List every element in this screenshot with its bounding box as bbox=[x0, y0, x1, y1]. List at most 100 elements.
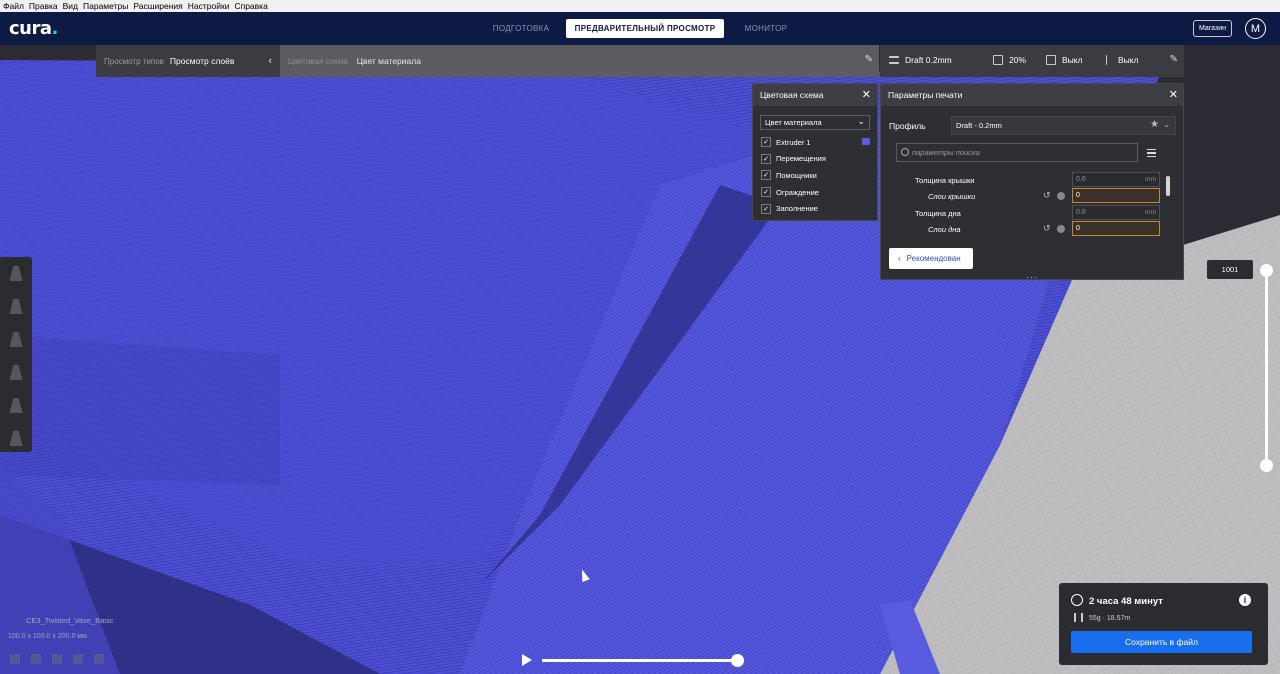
tab-prepare[interactable]: ПОДГОТОВКА bbox=[478, 19, 564, 38]
rotate-tool-icon[interactable] bbox=[0, 323, 32, 356]
field-value: 0 bbox=[1076, 225, 1080, 232]
menu-icon[interactable] bbox=[1147, 149, 1156, 159]
scale-tool-icon[interactable] bbox=[0, 290, 32, 323]
color-scheme-title: Цветовая схема bbox=[760, 90, 824, 100]
extruder-toggle[interactable]: ✓ Extruder 1 bbox=[753, 134, 877, 151]
shell-toggle[interactable]: ✓ Ограждение bbox=[753, 184, 877, 201]
layer-number-input[interactable]: 1001 bbox=[1207, 260, 1253, 279]
support-blocker-icon[interactable] bbox=[0, 422, 32, 455]
color-scheme-value: Цвет материала bbox=[356, 56, 421, 66]
checkbox[interactable]: ✓ bbox=[761, 203, 771, 214]
view-3d-icon[interactable] bbox=[10, 654, 20, 664]
star-icon[interactable]: ★ bbox=[1150, 119, 1159, 130]
info-icon[interactable] bbox=[1057, 225, 1065, 233]
print-setup-bar[interactable]: Draft 0.2mm 20% Выкл Выкл ✎ bbox=[880, 45, 1184, 77]
checkbox[interactable]: ✓ bbox=[761, 153, 771, 164]
close-icon[interactable]: ✕ bbox=[1169, 88, 1178, 101]
menu-settings[interactable]: Параметры bbox=[83, 1, 128, 11]
simulation-slider-track[interactable] bbox=[542, 659, 736, 662]
checkbox[interactable]: ✓ bbox=[761, 187, 771, 198]
settings-scrollbar[interactable] bbox=[1166, 176, 1170, 196]
helpers-toggle[interactable]: ✓ Помощники bbox=[753, 167, 877, 184]
settings-search-input[interactable]: параметры поиска bbox=[896, 143, 1138, 162]
checkbox[interactable]: ✓ bbox=[761, 170, 771, 181]
infill-toggle[interactable]: ✓ Заполнение bbox=[753, 200, 877, 217]
field-value: 0.6 bbox=[1076, 209, 1086, 216]
infill-icon bbox=[993, 55, 1003, 65]
layer-slider-upper-handle[interactable] bbox=[1260, 264, 1273, 277]
stage-tabs: ПОДГОТОВКА ПРЕДВАРИТЕЛЬНЫЙ ПРОСМОТР МОНИ… bbox=[478, 19, 806, 38]
marketplace-button[interactable]: Магазин bbox=[1193, 20, 1232, 37]
view-left-icon[interactable] bbox=[73, 654, 83, 664]
adhesion-summary: Выкл bbox=[1106, 55, 1139, 65]
view-front-icon[interactable] bbox=[31, 654, 41, 664]
field-value: 0.6 bbox=[1076, 176, 1086, 183]
travels-label: Перемещения bbox=[776, 154, 826, 164]
info-icon[interactable]: i bbox=[1239, 594, 1251, 606]
view-right-icon[interactable] bbox=[94, 654, 104, 664]
field-unit: mm bbox=[1145, 209, 1156, 216]
menu-preferences[interactable]: Настройки bbox=[188, 1, 230, 11]
helpers-label: Помощники bbox=[776, 170, 817, 180]
top-thickness-input[interactable]: 0.6 mm bbox=[1072, 172, 1160, 187]
setting-top-layers: Слои крышки ↺ 0 bbox=[881, 188, 1171, 204]
color-scheme-selected: Цвет материала bbox=[765, 118, 822, 127]
infill-summary: 20% bbox=[993, 55, 1026, 65]
simulation-slider-handle[interactable] bbox=[731, 654, 744, 667]
resize-handle[interactable]: ··· bbox=[1026, 272, 1038, 282]
shell-label: Ограждение bbox=[776, 187, 819, 197]
checkbox[interactable]: ✓ bbox=[761, 137, 771, 148]
menu-file[interactable]: Файл bbox=[3, 1, 24, 11]
menu-bar: Файл Правка Вид Параметры Расширения Нас… bbox=[0, 0, 1280, 12]
support-icon bbox=[1046, 55, 1056, 65]
color-scheme-bar[interactable]: Цветовая схема Цвет материала ✎ bbox=[280, 45, 879, 77]
profile-value: Draft - 0.2mm bbox=[956, 121, 1002, 130]
color-scheme-dropdown[interactable]: Цвет материала ⌄ bbox=[760, 115, 870, 130]
chevron-left-icon: ‹ bbox=[898, 254, 901, 263]
support-text: Выкл bbox=[1062, 55, 1083, 65]
reset-icon[interactable]: ↺ bbox=[1043, 190, 1051, 201]
recommended-button[interactable]: ‹ Рекомендован bbox=[889, 248, 973, 269]
mirror-tool-icon[interactable] bbox=[0, 356, 32, 389]
chevron-down-icon: ⌄ bbox=[1163, 120, 1170, 129]
print-time: 2 часа 48 минут bbox=[1089, 596, 1163, 607]
profile-summary-text: Draft 0.2mm bbox=[905, 55, 952, 65]
material-usage: 55g · 18.57m bbox=[1089, 615, 1131, 622]
tab-preview[interactable]: ПРЕДВАРИТЕЛЬНЫЙ ПРОСМОТР bbox=[566, 19, 724, 38]
bottom-thickness-input[interactable]: 0.6 mm bbox=[1072, 205, 1160, 220]
setting-label: Слои крышки bbox=[928, 192, 976, 201]
model-dimensions: 100.0 x 100.0 x 200.0 мм bbox=[8, 633, 87, 640]
save-to-file-button[interactable]: Сохранить в файл bbox=[1071, 631, 1252, 653]
setting-bottom-layers: Слои дна ↺ 0 bbox=[881, 221, 1171, 237]
layer-slider-lower-handle[interactable] bbox=[1260, 459, 1273, 472]
bottom-layers-input[interactable]: 0 bbox=[1072, 221, 1160, 236]
info-icon[interactable] bbox=[1057, 192, 1065, 200]
pencil-icon[interactable]: ✎ bbox=[1170, 54, 1178, 65]
pencil-icon[interactable]: ✎ bbox=[865, 54, 873, 65]
view-type-label: Просмотр типов bbox=[104, 56, 164, 66]
menu-edit[interactable]: Правка bbox=[29, 1, 58, 11]
profile-dropdown[interactable]: Draft - 0.2mm ★ ⌄ bbox=[951, 116, 1176, 135]
setting-label: Толщина крышки bbox=[915, 176, 975, 185]
view-type-value[interactable]: Просмотр слоёв bbox=[170, 56, 234, 66]
extruder-label: Extruder 1 bbox=[776, 137, 811, 147]
menu-help[interactable]: Справка bbox=[234, 1, 267, 11]
travels-toggle[interactable]: ✓ Перемещения bbox=[753, 151, 877, 168]
print-settings-popup: Параметры печати ✕ Профиль Draft - 0.2mm… bbox=[880, 83, 1184, 282]
reset-icon[interactable]: ↺ bbox=[1043, 223, 1051, 234]
per-model-settings-icon[interactable] bbox=[0, 389, 32, 422]
close-icon[interactable]: ✕ bbox=[862, 88, 871, 101]
move-tool-icon[interactable] bbox=[0, 257, 32, 290]
chevron-left-icon[interactable]: ‹ bbox=[268, 55, 272, 67]
account-avatar[interactable]: M bbox=[1245, 18, 1266, 39]
cura-logo: cura. bbox=[9, 18, 58, 39]
tab-monitor[interactable]: МОНИТОР bbox=[726, 19, 806, 38]
view-top-icon[interactable] bbox=[52, 654, 62, 664]
menu-view[interactable]: Вид bbox=[63, 1, 78, 11]
menu-extensions[interactable]: Расширения bbox=[133, 1, 182, 11]
play-icon[interactable] bbox=[522, 654, 532, 666]
adhesion-text: Выкл bbox=[1118, 55, 1139, 65]
layer-slider-track[interactable] bbox=[1265, 270, 1268, 465]
top-layers-input[interactable]: 0 bbox=[1072, 188, 1160, 203]
view-type-panel[interactable]: Просмотр типов Просмотр слоёв ‹ bbox=[96, 45, 280, 77]
